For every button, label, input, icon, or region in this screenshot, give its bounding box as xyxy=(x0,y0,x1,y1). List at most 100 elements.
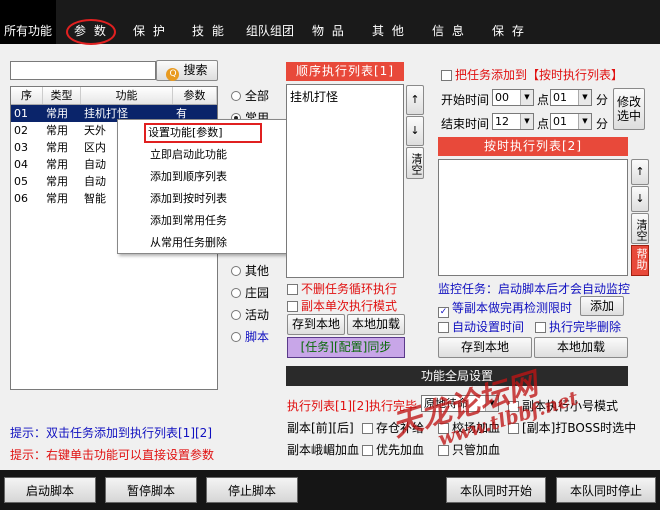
arena-heal-option[interactable]: 校场加血 xyxy=(438,419,500,436)
boss-select-option[interactable]: [副本]打BOSS时选中 xyxy=(508,419,636,436)
start-script-button[interactable]: 启动脚本 xyxy=(4,477,96,503)
radio-manor[interactable]: 庄园 xyxy=(231,284,269,301)
sequence-list[interactable]: 挂机打怪 xyxy=(286,84,404,278)
menu-item-set-params[interactable]: 设置功能[参数] xyxy=(143,122,263,144)
menu-item-add-timed[interactable]: 添加到按时列表 xyxy=(118,188,288,210)
min-unit: 分 xyxy=(596,93,609,107)
monitor-load-local-button[interactable]: 本地加载 xyxy=(534,337,628,358)
tab-all-functions[interactable]: 所有功能 xyxy=(0,0,57,44)
radio-label: 脚本 xyxy=(245,330,270,344)
tab-protect[interactable]: 保 护 xyxy=(133,0,167,44)
start-min-select[interactable]: 01 ▼ xyxy=(550,89,592,106)
no-delete-loop-option[interactable]: 不删任务循环执行 xyxy=(287,280,397,297)
sequence-clear-button[interactable]: 清空 xyxy=(406,147,424,179)
sequence-down-button[interactable]: ↓ xyxy=(406,116,424,146)
search-input[interactable] xyxy=(10,61,156,80)
timed-clear-button[interactable]: 清空 xyxy=(631,213,649,244)
menu-item-start-now[interactable]: 立即启动此功能 xyxy=(118,144,288,166)
checkbox-icon xyxy=(362,423,373,434)
menu-item-add-sequence[interactable]: 添加到顺序列表 xyxy=(118,166,288,188)
tab-other[interactable]: 其 他 xyxy=(372,0,406,44)
checkbox-icon xyxy=(508,401,519,412)
radio-script[interactable]: 脚本 xyxy=(231,328,269,345)
radio-icon xyxy=(231,288,241,298)
small-account-mode-option[interactable]: 副本执行小号模式 xyxy=(508,397,618,414)
checkbox-icon xyxy=(438,445,449,456)
pause-script-button[interactable]: 暂停脚本 xyxy=(105,477,197,503)
sequence-up-button[interactable]: ↑ xyxy=(406,85,424,115)
timed-list-title: 按时执行列表[2] xyxy=(438,137,628,156)
start-hour-select[interactable]: 00 ▼ xyxy=(492,89,534,106)
cell-type: 常用 xyxy=(46,192,68,205)
option-label: 自动设置时间 xyxy=(452,320,525,334)
context-menu: 设置功能[参数] 立即启动此功能 添加到顺序列表 添加到按时列表 添加到常用任务… xyxy=(117,119,289,254)
select-value: 原地待命 xyxy=(424,397,468,410)
team-stop-button[interactable]: 本队同时停止 xyxy=(556,477,656,503)
team-start-button[interactable]: 本队同时开始 xyxy=(446,477,546,503)
col-header-id[interactable]: 序 xyxy=(11,87,43,104)
dropdown-arrow-icon: ▼ xyxy=(578,90,591,105)
cell-id: 03 xyxy=(14,141,28,154)
sequence-load-local-button[interactable]: 本地加载 xyxy=(347,314,405,335)
dropdown-arrow-icon: ▼ xyxy=(485,396,498,411)
cell-type: 常用 xyxy=(46,158,68,171)
cell-type: 常用 xyxy=(46,141,68,154)
radio-all[interactable]: 全部 xyxy=(231,87,269,104)
option-label: 只管加血 xyxy=(452,443,501,457)
tab-save[interactable]: 保 存 xyxy=(492,0,526,44)
timed-list[interactable] xyxy=(438,159,628,276)
menu-item-add-common[interactable]: 添加到常用任务 xyxy=(118,210,288,232)
storage-supply-option[interactable]: 存仓补给 xyxy=(362,419,424,436)
single-run-option[interactable]: 副本单次执行模式 xyxy=(287,297,397,314)
stop-script-button[interactable]: 停止脚本 xyxy=(206,477,298,503)
col-header-function[interactable]: 功能 xyxy=(81,87,173,104)
sequence-save-local-button[interactable]: 存到本地 xyxy=(287,314,345,335)
auto-time-option[interactable]: 自动设置时间 xyxy=(438,318,524,335)
sequence-list-title: 顺序执行列表[1] xyxy=(286,62,404,81)
add-to-timed-option[interactable]: 把任务添加到【按时执行列表】 xyxy=(441,66,623,83)
dropdown-arrow-icon: ▼ xyxy=(520,90,533,105)
sync-button[interactable]: [任务][配置]同步 xyxy=(287,337,405,358)
magnifier-icon: Q xyxy=(166,68,180,81)
col-header-type[interactable]: 类型 xyxy=(43,87,81,104)
col-header-param[interactable]: 参数 xyxy=(173,87,217,104)
dungeon-before-after-label: 副本[前][后] xyxy=(287,421,354,435)
radio-other[interactable]: 其他 xyxy=(231,262,269,279)
radio-label: 其他 xyxy=(245,264,270,278)
priority-heal-option[interactable]: 优先加血 xyxy=(362,441,424,458)
tab-info[interactable]: 信 息 xyxy=(432,0,466,44)
monitor-info: 监控任务：启动脚本后才会自动监控 xyxy=(438,282,631,296)
option-label: 副本单次执行模式 xyxy=(301,299,398,313)
tab-params[interactable]: 参 数 xyxy=(74,0,108,44)
help-button[interactable]: 帮助 xyxy=(631,245,649,276)
top-tab-bar: 所有功能 参 数 保 护 技 能 组队组团 物 品 其 他 信 息 保 存 xyxy=(0,0,660,44)
option-label: 优先加血 xyxy=(376,443,425,457)
hour-unit: 点 xyxy=(537,93,550,107)
radio-event[interactable]: 活动 xyxy=(231,306,269,323)
cell-id: 04 xyxy=(14,158,28,171)
timed-up-button[interactable]: ↑ xyxy=(631,159,649,185)
check-cd-option[interactable]: ✓ 等副本做完再检测限时 xyxy=(438,299,572,318)
only-heal-option[interactable]: 只管加血 xyxy=(438,441,500,458)
option-label: 把任务添加到【按时执行列表】 xyxy=(455,68,624,82)
checkbox-icon xyxy=(535,322,546,333)
table-header: 序 类型 功能 参数 xyxy=(11,87,217,105)
delete-after-option[interactable]: 执行完毕删除 xyxy=(535,318,621,335)
tab-items[interactable]: 物 品 xyxy=(312,0,346,44)
list-item[interactable]: 挂机打怪 xyxy=(287,85,403,108)
hour-unit: 点 xyxy=(537,117,550,131)
menu-item-remove-common[interactable]: 从常用任务删除 xyxy=(118,232,288,254)
monitor-add-button[interactable]: 添加 xyxy=(580,296,624,316)
search-button-label: 搜索 xyxy=(183,63,208,77)
tab-team[interactable]: 组队组团 xyxy=(246,0,294,44)
search-button[interactable]: Q 搜索 xyxy=(156,60,218,81)
hint-right-click: 提示：右键单击功能可以直接设置参数 xyxy=(10,448,215,462)
checkbox-icon xyxy=(287,284,298,295)
after-complete-select[interactable]: 原地待命 ▼ xyxy=(421,395,499,412)
tab-skills[interactable]: 技 能 xyxy=(192,0,226,44)
modify-selected-button[interactable]: 修改选中 xyxy=(613,88,645,130)
end-hour-select[interactable]: 12 ▼ xyxy=(492,113,534,130)
monitor-save-local-button[interactable]: 存到本地 xyxy=(438,337,532,358)
end-min-select[interactable]: 01 ▼ xyxy=(550,113,592,130)
timed-down-button[interactable]: ↓ xyxy=(631,186,649,212)
